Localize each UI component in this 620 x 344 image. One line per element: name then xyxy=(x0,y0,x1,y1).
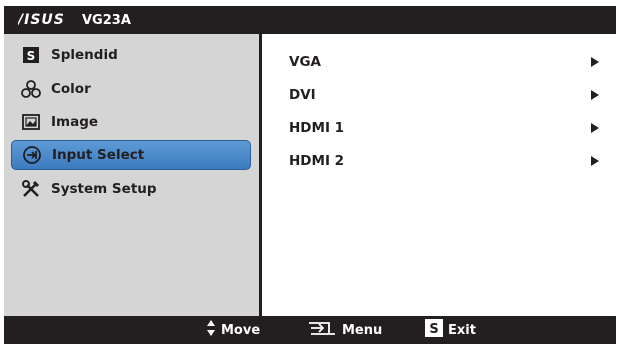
svg-text:S: S xyxy=(27,49,36,63)
input-list-panel: VGA DVI HDMI 1 HDMI 2 xyxy=(262,34,616,316)
input-option-hdmi-1[interactable]: HDMI 1 xyxy=(262,114,616,142)
input-option-dvi[interactable]: DVI xyxy=(262,81,616,109)
splendid-s-icon: S xyxy=(18,42,44,68)
sidebar-item-splendid[interactable]: S Splendid xyxy=(11,40,251,70)
submenu-arrow-icon xyxy=(591,57,599,67)
move-hint[interactable]: Move xyxy=(206,316,260,344)
svg-text:/ISUS: /ISUS xyxy=(18,12,65,26)
submenu-arrow-icon xyxy=(591,123,599,133)
enter-key-icon xyxy=(307,319,337,341)
input-option-label: VGA xyxy=(289,54,321,70)
header-bar: /ISUS VG23A xyxy=(4,6,616,34)
up-down-arrows-icon xyxy=(206,319,216,341)
sidebar-item-label: Splendid xyxy=(51,47,118,63)
sidebar-item-image[interactable]: Image xyxy=(11,107,251,137)
input-option-hdmi-2[interactable]: HDMI 2 xyxy=(262,147,616,175)
sidebar-item-label: System Setup xyxy=(51,181,157,197)
menu-hint[interactable]: Menu xyxy=(307,316,382,344)
svg-text:S: S xyxy=(429,322,438,337)
footer-bar: Move Menu S Exit xyxy=(4,316,616,344)
sidebar: S Splendid Color Image Input Select Syst… xyxy=(4,34,262,316)
menu-label: Menu xyxy=(342,322,383,338)
input-option-label: DVI xyxy=(289,87,316,103)
sidebar-item-label: Color xyxy=(51,81,91,97)
image-icon xyxy=(18,109,44,135)
exit-label: Exit xyxy=(448,322,476,338)
color-circles-icon xyxy=(18,76,44,102)
osd-menu: /ISUS VG23A S Splendid Color Image Input… xyxy=(4,6,616,344)
model-name: VG23A xyxy=(82,12,131,28)
input-select-icon xyxy=(19,142,45,168)
asus-logo: /ISUS xyxy=(16,11,76,30)
asus-logo-mark: /ISUS xyxy=(16,12,65,28)
input-option-vga[interactable]: VGA xyxy=(262,48,616,76)
submenu-arrow-icon xyxy=(591,90,599,100)
sidebar-item-label: Input Select xyxy=(52,147,145,163)
input-option-label: HDMI 1 xyxy=(289,120,345,136)
splendid-s-icon: S xyxy=(425,319,443,341)
sidebar-item-label: Image xyxy=(51,114,99,130)
sidebar-item-color[interactable]: Color xyxy=(11,74,251,104)
wrench-screwdriver-icon xyxy=(18,176,44,202)
sidebar-item-system-setup[interactable]: System Setup xyxy=(11,174,251,204)
sidebar-item-input-select[interactable]: Input Select xyxy=(11,140,251,170)
input-option-label: HDMI 2 xyxy=(289,153,345,169)
submenu-arrow-icon xyxy=(591,156,599,166)
exit-hint[interactable]: S Exit xyxy=(425,316,476,344)
move-label: Move xyxy=(221,322,261,338)
